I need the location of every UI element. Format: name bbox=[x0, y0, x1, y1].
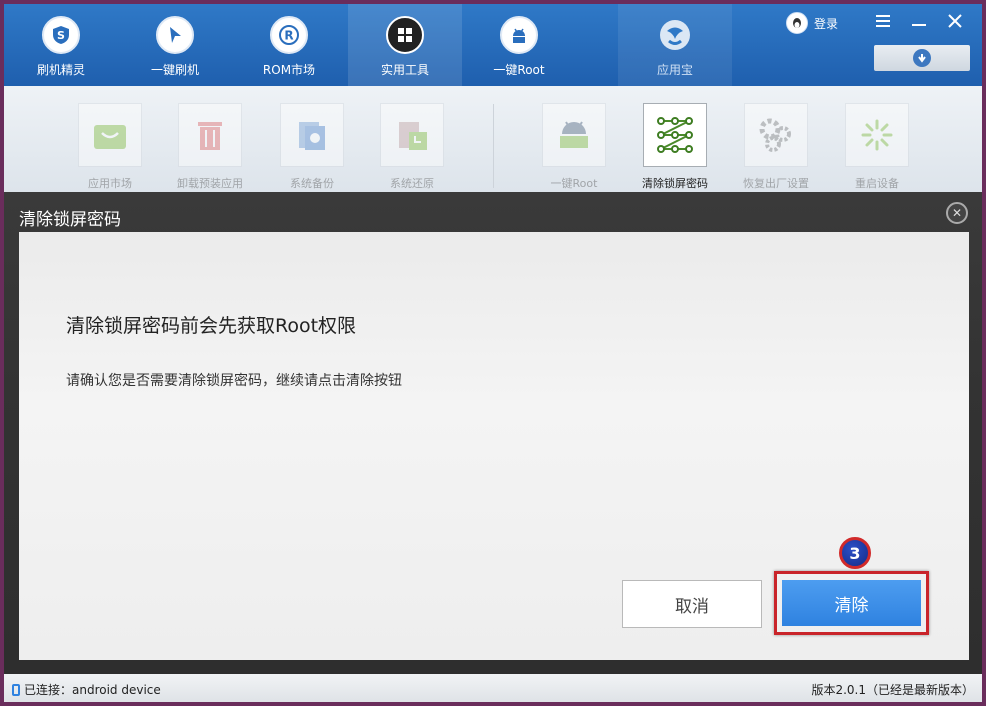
rom-r-icon: R bbox=[270, 16, 308, 54]
shopping-bag-icon bbox=[78, 103, 142, 167]
trash-icon bbox=[178, 103, 242, 167]
dialog-message: 请确认您是否需要清除锁屏密码，继续请点击清除按钮 bbox=[66, 373, 402, 389]
pattern-lock-icon bbox=[643, 103, 707, 167]
tool-clear-lock-password[interactable]: 清除锁屏密码 bbox=[633, 103, 717, 191]
nav-item-one-click-root[interactable]: 一键Root bbox=[462, 4, 576, 86]
nav-item-rom-market[interactable]: R ROM市场 bbox=[232, 4, 346, 86]
nav-item-utilities[interactable]: 实用工具 bbox=[348, 4, 462, 86]
close-icon[interactable] bbox=[944, 10, 966, 32]
grid-icon bbox=[386, 16, 424, 54]
tool-label: 清除锁屏密码 bbox=[642, 177, 708, 190]
nav-label: 应用宝 bbox=[656, 63, 693, 77]
step-badge: 3 bbox=[839, 537, 871, 569]
minimize-icon[interactable] bbox=[908, 10, 930, 32]
dialog-heading: 清除锁屏密码前会先获取Root权限 bbox=[66, 315, 357, 337]
qq-penguin-icon bbox=[786, 12, 808, 34]
connection-status: 已连接：android device bbox=[12, 681, 161, 698]
dialog-body: 清除锁屏密码前会先获取Root权限 请确认您是否需要清除锁屏密码，继续请点击清除… bbox=[19, 232, 969, 660]
restore-icon bbox=[380, 103, 444, 167]
menu-icon[interactable] bbox=[872, 10, 894, 32]
nav-label: 一键刷机 bbox=[150, 63, 199, 77]
nav-item-flash-genius[interactable]: S 刷机精灵 bbox=[4, 4, 118, 86]
tool-factory-reset[interactable]: 恢复出厂设置 bbox=[734, 103, 818, 191]
tools-toolbar: 应用市场 卸载预装应用 系统备份 系统还原 一键Root 清除锁屏密码 恢复出厂… bbox=[4, 86, 982, 192]
app-store-yingyongbao[interactable]: 应用宝 bbox=[618, 4, 732, 86]
tool-reboot-device[interactable]: 重启设备 bbox=[835, 103, 919, 191]
cursor-icon bbox=[156, 16, 194, 54]
dialog-close-icon[interactable]: ✕ bbox=[946, 202, 968, 224]
toolbar-divider bbox=[493, 104, 494, 188]
version-text: 版本2.0.1（已经是最新版本） bbox=[811, 683, 974, 697]
phone-icon bbox=[12, 683, 20, 696]
login-label: 登录 bbox=[814, 16, 839, 31]
tool-app-market[interactable]: 应用市场 bbox=[68, 103, 152, 191]
android-root-icon bbox=[542, 103, 606, 167]
status-bar: 已连接：android device 版本2.0.1（已经是最新版本） bbox=[4, 674, 982, 702]
dialog-title: 清除锁屏密码 bbox=[19, 210, 121, 230]
clear-lock-dialog: 清除锁屏密码 ✕ 清除锁屏密码前会先获取Root权限 请确认您是否需要清除锁屏密… bbox=[4, 192, 982, 674]
login-link[interactable]: 登录 bbox=[786, 12, 838, 34]
connection-text: 已连接：android device bbox=[24, 683, 161, 697]
tool-label: 重启设备 bbox=[855, 177, 899, 190]
tool-label: 系统备份 bbox=[290, 177, 334, 190]
tool-label: 一键Root bbox=[550, 177, 598, 190]
svg-text:S: S bbox=[57, 29, 65, 42]
tool-label: 卸载预装应用 bbox=[177, 177, 243, 190]
tool-label: 恢复出厂设置 bbox=[743, 177, 809, 190]
top-nav-bar: S 刷机精灵 一键刷机 R ROM市场 实用工具 一键Root 应用宝 登录 bbox=[4, 4, 982, 86]
tool-label: 应用市场 bbox=[88, 177, 132, 190]
tool-system-restore[interactable]: 系统还原 bbox=[370, 103, 454, 191]
nav-label: 实用工具 bbox=[380, 63, 429, 77]
nav-label: 一键Root bbox=[493, 63, 545, 77]
nav-item-one-click-flash[interactable]: 一键刷机 bbox=[118, 4, 232, 86]
app-window: S 刷机精灵 一键刷机 R ROM市场 实用工具 一键Root 应用宝 登录 应… bbox=[4, 4, 982, 702]
tool-one-click-root[interactable]: 一键Root bbox=[532, 103, 616, 191]
svg-text:R: R bbox=[284, 29, 293, 43]
loading-icon bbox=[845, 103, 909, 167]
cancel-button[interactable]: 取消 bbox=[622, 580, 762, 628]
download-icon bbox=[913, 49, 931, 67]
tool-system-backup[interactable]: 系统备份 bbox=[270, 103, 354, 191]
download-manager-button[interactable] bbox=[874, 45, 970, 71]
gears-icon bbox=[744, 103, 808, 167]
clear-button[interactable]: 清除 bbox=[782, 580, 921, 626]
yingyongbao-icon bbox=[656, 16, 694, 54]
nav-label: ROM市场 bbox=[262, 63, 316, 77]
clear-button-highlight: 清除 bbox=[774, 571, 929, 635]
tool-uninstall-preinstalled[interactable]: 卸载预装应用 bbox=[168, 103, 252, 191]
android-icon bbox=[500, 16, 538, 54]
tool-label: 系统还原 bbox=[390, 177, 434, 190]
backup-icon bbox=[280, 103, 344, 167]
shield-s-icon: S bbox=[42, 16, 80, 54]
nav-label: 刷机精灵 bbox=[36, 63, 85, 77]
